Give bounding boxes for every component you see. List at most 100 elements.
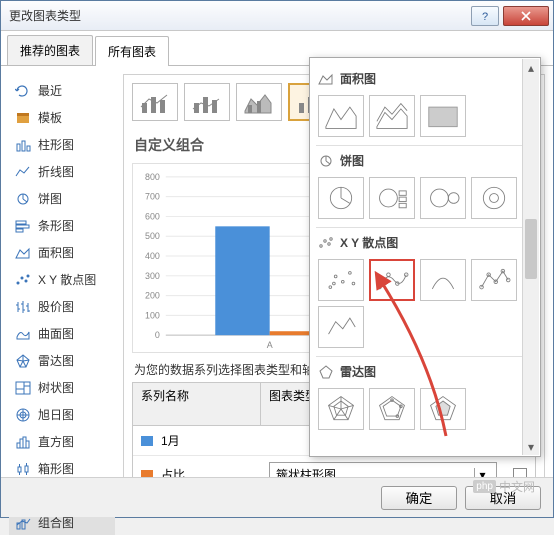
dialog-window: 更改图表类型 ? 推荐的图表 所有图表 最近 模板 柱形图 折线图 饼图 条形图… xyxy=(0,0,554,518)
pie-grid xyxy=(316,173,534,223)
bar-a-1 xyxy=(215,226,269,335)
bar-icon xyxy=(15,219,31,233)
sidebar-item-label: 箱形图 xyxy=(38,460,74,477)
combo-subtype-2[interactable] xyxy=(184,83,230,121)
radar-option-2[interactable] xyxy=(369,388,415,430)
sidebar-item-recent[interactable]: 最近 xyxy=(9,78,115,103)
sidebar-item-label: 雷达图 xyxy=(38,352,74,369)
pie-icon xyxy=(318,154,334,168)
scatter-option-3[interactable] xyxy=(420,259,466,301)
cancel-button[interactable]: 取消 xyxy=(465,486,541,510)
column-icon xyxy=(15,138,31,152)
ytick: 500 xyxy=(145,231,160,241)
radar-option-3[interactable] xyxy=(420,388,466,430)
section-title: 雷达图 xyxy=(340,363,376,380)
section-title: X Y 散点图 xyxy=(340,234,398,251)
sidebar-item-label: 柱形图 xyxy=(38,136,74,153)
popup-section-scatter: X Y 散点图 xyxy=(316,227,534,255)
sidebar-item-label: 面积图 xyxy=(38,244,74,261)
col-series-name: 系列名称 xyxy=(133,383,261,425)
sidebar-item-label: 饼图 xyxy=(38,190,62,207)
sunburst-icon xyxy=(15,408,31,422)
scatter-option-4[interactable] xyxy=(471,259,517,301)
scatter-icon xyxy=(15,273,31,287)
combo-subtype-3[interactable] xyxy=(236,83,282,121)
sidebar-item-label: 条形图 xyxy=(38,217,74,234)
pie-option-2[interactable] xyxy=(369,177,415,219)
radar-grid xyxy=(316,384,534,434)
window-title: 更改图表类型 xyxy=(9,7,471,24)
scatter-option-2-highlighted[interactable] xyxy=(369,259,415,301)
radar-option-1[interactable] xyxy=(318,388,364,430)
popup-scrollbar[interactable]: ▴ ▾ xyxy=(522,59,539,455)
area-option-3[interactable] xyxy=(420,95,466,137)
sidebar-item-bar[interactable]: 条形图 xyxy=(9,213,115,238)
help-button[interactable]: ? xyxy=(471,6,499,26)
close-button[interactable] xyxy=(503,6,549,26)
section-title: 饼图 xyxy=(340,152,364,169)
ytick: 700 xyxy=(145,192,160,202)
scatter-option-1[interactable] xyxy=(318,259,364,301)
area-icon xyxy=(15,246,31,260)
sidebar-item-label: 折线图 xyxy=(38,163,74,180)
tab-all-charts[interactable]: 所有图表 xyxy=(95,36,169,66)
histogram-icon xyxy=(15,435,31,449)
sidebar-item-label: X Y 散点图 xyxy=(38,271,96,288)
ytick: 400 xyxy=(145,251,160,261)
sidebar-item-histogram[interactable]: 直方图 xyxy=(9,429,115,454)
combo-subtype-1[interactable] xyxy=(132,83,178,121)
svg-text:?: ? xyxy=(482,11,488,22)
sidebar-item-column[interactable]: 柱形图 xyxy=(9,132,115,157)
area-option-2[interactable] xyxy=(369,95,415,137)
sidebar-item-stock[interactable]: 股价图 xyxy=(9,294,115,319)
pie-option-4[interactable] xyxy=(471,177,517,219)
sidebar-item-template[interactable]: 模板 xyxy=(9,105,115,130)
sidebar-item-pie[interactable]: 饼图 xyxy=(9,186,115,211)
ytick: 800 xyxy=(145,172,160,182)
radar-icon xyxy=(318,365,334,379)
scroll-thumb[interactable] xyxy=(525,219,537,279)
boxplot-icon xyxy=(15,462,31,476)
scatter-option-5[interactable] xyxy=(318,306,364,348)
ytick: 0 xyxy=(155,330,160,340)
scroll-up-icon[interactable]: ▴ xyxy=(523,59,539,76)
sidebar-item-sunburst[interactable]: 旭日图 xyxy=(9,402,115,427)
stock-icon xyxy=(15,300,31,314)
sidebar-item-label: 曲面图 xyxy=(38,325,74,342)
chart-type-popup: 面积图 饼图 X Y 散点图 xyxy=(309,57,541,457)
sidebar-item-label: 最近 xyxy=(38,82,62,99)
xtick: A xyxy=(267,340,273,350)
sidebar-item-surface[interactable]: 曲面图 xyxy=(9,321,115,346)
treemap-icon xyxy=(15,381,31,395)
radar-icon xyxy=(15,354,31,368)
chart-category-sidebar: 最近 模板 柱形图 折线图 饼图 条形图 面积图 X Y 散点图 股价图 曲面图… xyxy=(9,74,115,478)
sidebar-item-area[interactable]: 面积图 xyxy=(9,240,115,265)
titlebar: 更改图表类型 ? xyxy=(1,1,553,31)
sidebar-item-label: 模板 xyxy=(38,109,62,126)
tab-recommended[interactable]: 推荐的图表 xyxy=(7,35,93,65)
ytick: 300 xyxy=(145,271,160,281)
pie-option-3[interactable] xyxy=(420,177,466,219)
sidebar-item-line[interactable]: 折线图 xyxy=(9,159,115,184)
ok-button[interactable]: 确定 xyxy=(381,486,457,510)
sidebar-item-treemap[interactable]: 树状图 xyxy=(9,375,115,400)
scroll-down-icon[interactable]: ▾ xyxy=(523,438,539,455)
line-icon xyxy=(15,165,31,179)
area-option-1[interactable] xyxy=(318,95,364,137)
section-title: 面积图 xyxy=(340,70,376,87)
dialog-footer: 确定 取消 xyxy=(1,477,553,517)
popup-section-radar: 雷达图 xyxy=(316,356,534,384)
sidebar-item-radar[interactable]: 雷达图 xyxy=(9,348,115,373)
popup-section-area: 面积图 xyxy=(316,64,534,91)
pie-icon xyxy=(15,192,31,206)
template-icon xyxy=(15,111,31,125)
series-name: 1月 xyxy=(161,432,261,449)
sidebar-item-label: 直方图 xyxy=(38,433,74,450)
sidebar-item-label: 树状图 xyxy=(38,379,74,396)
popup-section-pie: 饼图 xyxy=(316,145,534,173)
ytick: 600 xyxy=(145,211,160,221)
pie-option-1[interactable] xyxy=(318,177,364,219)
recent-icon xyxy=(15,84,31,98)
window-buttons: ? xyxy=(471,6,553,26)
sidebar-item-scatter[interactable]: X Y 散点图 xyxy=(9,267,115,292)
